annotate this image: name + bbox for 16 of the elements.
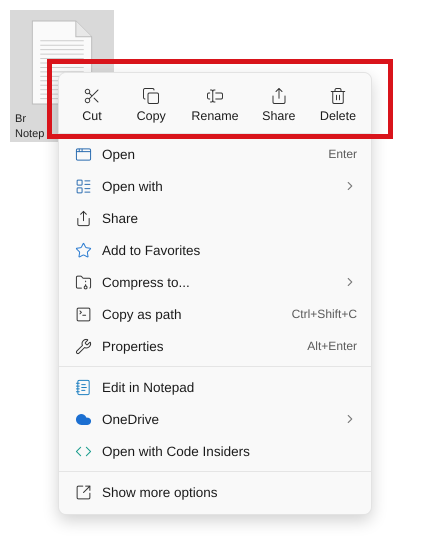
menu-item-label: Show more options (102, 484, 219, 500)
menu-item-label: Open with Code Insiders (102, 444, 251, 458)
menu-item-label: Edit in Notepad (102, 380, 196, 394)
menu-item-label: Add to Favorites (102, 242, 202, 258)
menu-item-label: Open with (102, 178, 164, 194)
menu-item-label: Compress to... (102, 274, 191, 290)
shortcut-text: Ctrl+Shift+C (292, 307, 357, 321)
menu-item-label: Copy as path (102, 306, 183, 322)
menu-item-label: OneDrive (102, 412, 160, 426)
menu-item-label: Share (102, 210, 140, 226)
menu-item-label: Properties (102, 338, 165, 354)
shortcut-text: Enter (328, 147, 357, 161)
shortcut-text: Alt+Enter (307, 339, 357, 353)
file-name: Br (15, 112, 26, 127)
file-name: Notep (15, 127, 44, 142)
menu-item-label: Open (102, 146, 136, 162)
